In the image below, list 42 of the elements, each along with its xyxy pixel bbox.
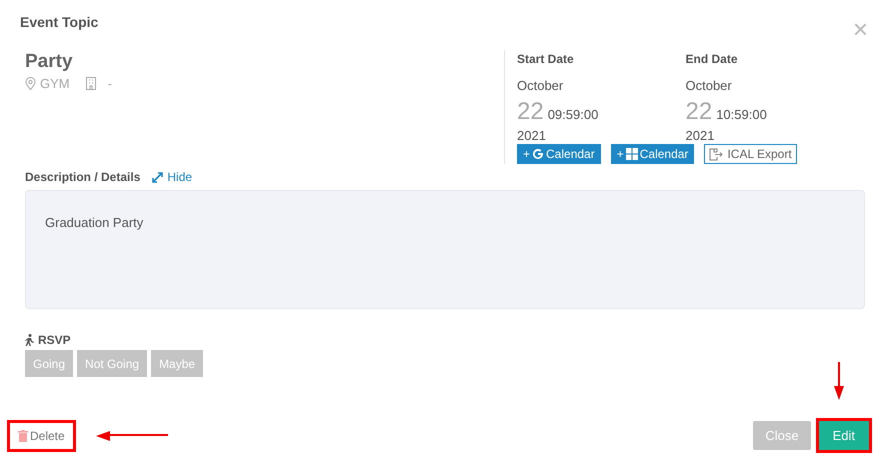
- plus-sign: +: [616, 146, 624, 163]
- modal-title: Event Topic: [20, 13, 98, 32]
- file-export-icon: [709, 148, 724, 160]
- date-month: October: [686, 77, 733, 95]
- g-logo-icon: [532, 148, 544, 160]
- add-calendar-button[interactable]: + Calendar: [610, 144, 694, 164]
- description-text: Graduation Party: [45, 215, 144, 230]
- rsvp-label: RSVP: [38, 332, 71, 349]
- location-text: GYM: [40, 75, 70, 93]
- plus-sign: +: [523, 146, 530, 163]
- ical-export-button[interactable]: ICAL Export: [704, 144, 797, 164]
- windows-logo-icon: [626, 148, 638, 160]
- date-year: 2021: [517, 128, 547, 144]
- date-day: 22: [517, 100, 544, 124]
- date-month: October: [517, 77, 564, 95]
- add-calendar-button[interactable]: + Calendar: [517, 144, 601, 164]
- date-label: End Date: [686, 51, 739, 68]
- event-name: Party: [25, 50, 74, 74]
- rsvp-option-button[interactable]: Not Going: [77, 350, 148, 377]
- button-label: Calendar: [640, 146, 688, 163]
- collapse-icon: [152, 172, 164, 182]
- button-label: ICAL Export: [727, 146, 792, 163]
- button-label: Calendar: [546, 146, 595, 163]
- location-pin-icon: [25, 77, 36, 90]
- edit-button[interactable]: Edit: [818, 421, 869, 450]
- date-time: 10:59:00: [716, 106, 767, 124]
- annotation-arrow: [96, 430, 168, 442]
- building-icon: [86, 77, 96, 90]
- walking-person-icon: [25, 334, 34, 346]
- hide-link[interactable]: Hide: [152, 168, 192, 186]
- annotation-arrow: [833, 362, 845, 400]
- close-button[interactable]: Close: [753, 421, 811, 450]
- trash-icon: [18, 430, 28, 442]
- date-time: 09:59:00: [548, 106, 598, 124]
- date-label: Start Date: [517, 51, 575, 68]
- description-label: Description / Details: [25, 169, 140, 186]
- delete-button[interactable]: Delete: [10, 422, 73, 448]
- room-text: -: [108, 75, 112, 93]
- date-day: 22: [686, 100, 712, 124]
- date-year: 2021: [686, 128, 716, 144]
- rsvp-option-button[interactable]: Maybe: [151, 350, 204, 377]
- rsvp-option-button[interactable]: Going: [25, 350, 74, 377]
